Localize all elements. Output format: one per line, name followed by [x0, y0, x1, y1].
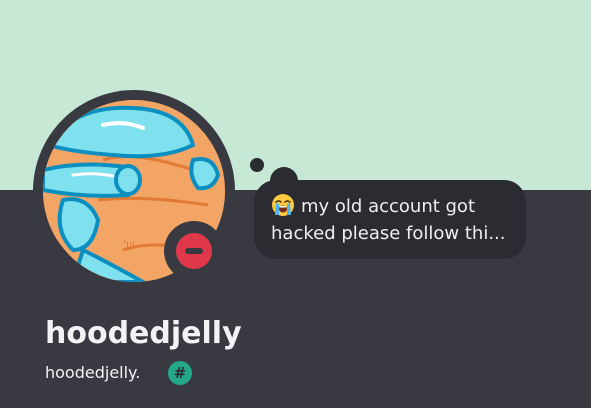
custom-status-text-1: my old account got [301, 196, 475, 217]
custom-status-line-1: my old account got [271, 193, 510, 220]
custom-status-bubble[interactable]: my old account got hacked please follow … [254, 180, 526, 259]
hashtag-badge-icon[interactable]: # [168, 361, 192, 385]
username[interactable]: hoodedjelly. [45, 361, 140, 385]
do-not-disturb-bar [185, 248, 203, 254]
svg-text:'ııı: 'ııı [123, 238, 135, 251]
custom-status-line-2: hacked please follow thi... [271, 223, 506, 244]
thought-bubble-dot-small [250, 158, 264, 172]
display-name: hoodedjelly [45, 316, 242, 351]
loudly-crying-face-icon [271, 193, 295, 217]
